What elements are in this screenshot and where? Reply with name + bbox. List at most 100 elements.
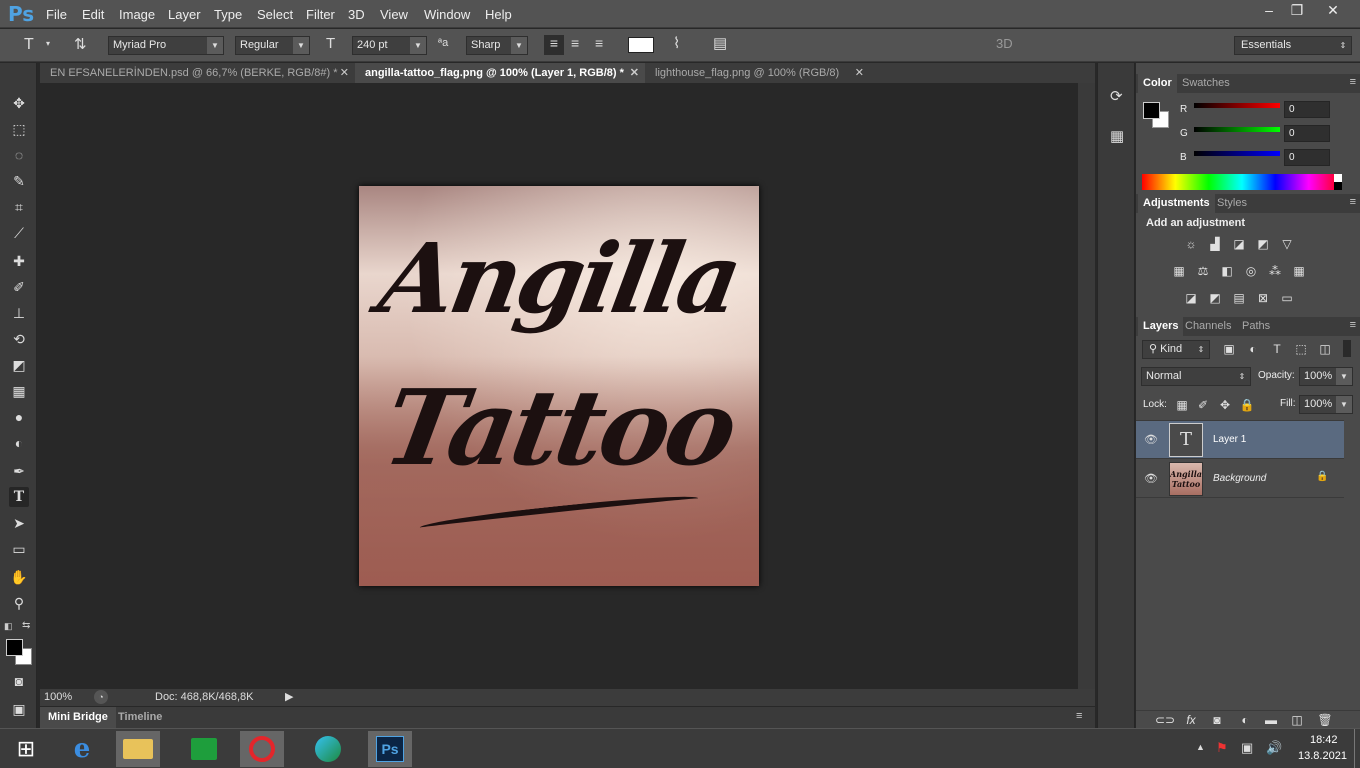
foreground-color-swatch[interactable] bbox=[6, 639, 23, 656]
tab-adjustments[interactable]: Adjustments bbox=[1138, 194, 1215, 213]
channel-mixer-icon[interactable]: ⁂ bbox=[1267, 264, 1283, 278]
font-family-select[interactable]: Myriad Pro ▼ bbox=[108, 36, 224, 55]
clock-date[interactable]: 13.8.2021 bbox=[1298, 750, 1347, 762]
tab-lighthouse-flag[interactable]: lighthouse_flag.png @ 100% (RGB/8) ✕ bbox=[645, 63, 870, 83]
clone-stamp-tool-icon[interactable]: ⊥ bbox=[9, 303, 29, 323]
visibility-eye-icon[interactable]: 👁 bbox=[1144, 433, 1158, 446]
vibrance-icon[interactable]: ▽ bbox=[1279, 237, 1295, 251]
layer-row-layer-1[interactable]: 👁 T Layer 1 bbox=[1136, 421, 1344, 459]
filter-toggle[interactable] bbox=[1343, 340, 1351, 357]
opera-icon[interactable] bbox=[240, 731, 284, 767]
black-white-icon[interactable]: ◧ bbox=[1219, 264, 1235, 278]
align-center-icon[interactable]: ≡ bbox=[571, 35, 579, 51]
panel-menu-icon[interactable]: ≡ bbox=[1350, 76, 1356, 88]
align-left-icon[interactable]: ≡ bbox=[544, 35, 564, 55]
panel-menu-icon[interactable]: ≡ bbox=[1350, 319, 1356, 331]
filter-smart-object-icon[interactable]: ◫ bbox=[1317, 342, 1333, 356]
posterize-icon[interactable]: ◩ bbox=[1207, 291, 1223, 305]
rectangle-tool-icon[interactable]: ▭ bbox=[9, 539, 29, 559]
swap-colors-icon[interactable]: ⇆ bbox=[22, 620, 30, 631]
marquee-tool-icon[interactable]: ⬚ bbox=[9, 119, 29, 139]
document-canvas[interactable]: Angilla Tattoo bbox=[359, 186, 759, 586]
fill-input[interactable]: 100% ▼ bbox=[1299, 395, 1353, 414]
menu-file[interactable]: File bbox=[46, 7, 67, 22]
menu-view[interactable]: View bbox=[380, 7, 408, 22]
healing-brush-tool-icon[interactable]: ✚ bbox=[9, 251, 29, 271]
link-layers-icon[interactable]: ⊂⊃ bbox=[1155, 713, 1175, 727]
history-brush-tool-icon[interactable]: ⟲ bbox=[9, 329, 29, 349]
photoshop-taskbar-icon[interactable]: Ps bbox=[368, 731, 412, 767]
antialias-select[interactable]: Sharp ▼ bbox=[466, 36, 528, 55]
menu-window[interactable]: Window bbox=[424, 7, 470, 22]
move-tool-icon[interactable]: ✥ bbox=[9, 93, 29, 113]
tray-alert-icon[interactable]: ⚑ bbox=[1216, 740, 1228, 756]
screen-mode-icon[interactable]: ▣ bbox=[9, 699, 29, 719]
menu-image[interactable]: Image bbox=[119, 7, 155, 22]
lasso-tool-icon[interactable]: ◌ bbox=[9, 145, 29, 165]
menu-select[interactable]: Select bbox=[257, 7, 293, 22]
channel-b-input[interactable]: 0 bbox=[1284, 149, 1330, 166]
delete-layer-icon[interactable]: 🗑 bbox=[1317, 713, 1333, 727]
lock-transparent-icon[interactable]: ▦ bbox=[1174, 398, 1190, 412]
opacity-input[interactable]: 100% ▼ bbox=[1299, 367, 1353, 386]
menu-edit[interactable]: Edit bbox=[82, 7, 104, 22]
quick-select-tool-icon[interactable]: ✎ bbox=[9, 171, 29, 191]
tab-en-efsanelerinden[interactable]: EN EFSANELERİNDEN.psd @ 66,7% (BERKE, RG… bbox=[40, 63, 355, 83]
color-fg-swatch[interactable] bbox=[1143, 102, 1160, 119]
pen-tool-icon[interactable]: ✒ bbox=[9, 461, 29, 481]
lock-position-icon[interactable]: ✥ bbox=[1217, 398, 1233, 412]
network-icon[interactable]: ▣ bbox=[1241, 740, 1253, 756]
type-tool-icon[interactable]: T bbox=[24, 36, 34, 54]
show-desktop-button[interactable] bbox=[1354, 729, 1360, 768]
blend-mode-select[interactable]: Normal ⇕ bbox=[1141, 367, 1251, 386]
exposure-icon[interactable]: ◩ bbox=[1255, 237, 1271, 251]
tab-channels[interactable]: Channels bbox=[1180, 317, 1236, 336]
color-balance-icon[interactable]: ⚖ bbox=[1195, 264, 1211, 278]
add-mask-icon[interactable]: ◙ bbox=[1209, 713, 1225, 727]
font-style-select[interactable]: Regular ▼ bbox=[235, 36, 310, 55]
eyedropper-tool-icon[interactable]: ⟋ bbox=[9, 223, 29, 243]
menu-help[interactable]: Help bbox=[485, 7, 512, 22]
dodge-tool-icon[interactable]: ◐ bbox=[9, 433, 29, 453]
layer-row-background[interactable]: 👁 Angilla Tattoo Background 🔒 bbox=[1136, 460, 1344, 498]
hue-saturation-icon[interactable]: ▦ bbox=[1171, 264, 1187, 278]
status-menu-arrow-icon[interactable]: ▶ bbox=[285, 690, 293, 703]
default-colors-icon[interactable]: ◧ bbox=[4, 621, 13, 632]
tab-paths[interactable]: Paths bbox=[1237, 317, 1275, 336]
tab-angilla-tattoo[interactable]: angilla-tattoo_flag.png @ 100% (Layer 1,… bbox=[355, 63, 645, 83]
tab-color[interactable]: Color bbox=[1138, 74, 1177, 93]
new-adjustment-layer-icon[interactable]: ◐ bbox=[1237, 713, 1253, 727]
close-button[interactable]: ✕ bbox=[1320, 2, 1346, 19]
tab-swatches[interactable]: Swatches bbox=[1177, 74, 1235, 93]
lock-all-icon[interactable]: 🔒 bbox=[1239, 398, 1255, 412]
menu-filter[interactable]: Filter bbox=[306, 7, 335, 22]
align-right-icon[interactable]: ≡ bbox=[595, 35, 603, 51]
edge-icon[interactable] bbox=[306, 731, 350, 767]
status-info-icon[interactable]: ◔ bbox=[94, 690, 108, 704]
toggle-orientation-icon[interactable]: ⇅ bbox=[74, 35, 87, 53]
volume-icon[interactable]: 🔊 bbox=[1266, 740, 1282, 756]
threshold-icon[interactable]: ▤ bbox=[1231, 291, 1247, 305]
levels-icon[interactable]: ▟ bbox=[1207, 237, 1223, 251]
eraser-tool-icon[interactable]: ◩ bbox=[9, 355, 29, 375]
channel-r-input[interactable]: 0 bbox=[1284, 101, 1330, 118]
clock-time[interactable]: 18:42 bbox=[1310, 734, 1338, 746]
hand-tool-icon[interactable]: ✋ bbox=[9, 567, 29, 587]
canvas-area[interactable]: Angilla Tattoo bbox=[40, 83, 1078, 689]
layer-name[interactable]: Background bbox=[1213, 473, 1266, 484]
3d-mode-label[interactable]: 3D bbox=[996, 36, 1013, 51]
zoom-tool-icon[interactable]: ⚲ bbox=[9, 593, 29, 613]
black-white-ramp[interactable] bbox=[1334, 174, 1342, 190]
channel-g-input[interactable]: 0 bbox=[1284, 125, 1330, 142]
vertical-scrollbar[interactable] bbox=[1078, 83, 1095, 689]
windows-start-icon[interactable]: ⊞ bbox=[4, 731, 48, 767]
tab-mini-bridge[interactable]: Mini Bridge bbox=[40, 707, 116, 728]
properties-panel-icon[interactable]: ▦ bbox=[1110, 127, 1124, 145]
close-tab-icon[interactable]: ✕ bbox=[855, 63, 864, 83]
close-tab-icon[interactable]: ✕ bbox=[340, 63, 349, 83]
workspace-select[interactable]: Essentials ⇕ bbox=[1234, 36, 1352, 55]
lock-image-icon[interactable]: ✐ bbox=[1195, 398, 1211, 412]
quick-mask-icon[interactable]: ◙ bbox=[9, 671, 29, 691]
minimize-button[interactable]: – bbox=[1256, 2, 1282, 18]
slider-b[interactable] bbox=[1194, 151, 1280, 156]
